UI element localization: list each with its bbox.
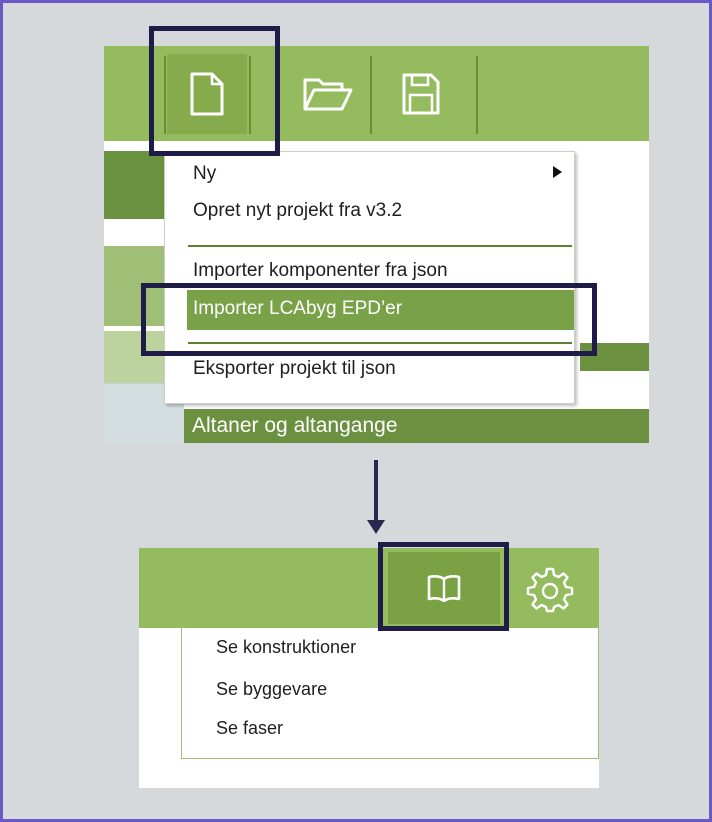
flow-arrow-head-icon	[367, 520, 385, 534]
screenshot-frame: Altaner og altangange Ny Opret nyt proje…	[0, 0, 712, 822]
file-dropdown-menu: Ny Opret nyt projekt fra v3.2 Importer k…	[164, 151, 575, 404]
highlight-new-file-button	[149, 26, 280, 156]
menu-item-ny[interactable]: Ny	[193, 163, 216, 185]
background-row-label: Altaner og altangange	[192, 414, 398, 437]
menu-item-importer-komponenter[interactable]: Importer komponenter fra json	[193, 260, 448, 282]
menu-item-eksporter-projekt[interactable]: Eksporter projekt til json	[193, 358, 396, 380]
open-folder-icon	[303, 78, 353, 111]
menu-item-se-konstruktioner[interactable]: Se konstruktioner	[216, 637, 356, 658]
library-menu-panel: Se konstruktioner Se byggevare Se faser	[139, 548, 599, 788]
side-panel-strip	[104, 151, 166, 219]
library-dropdown-menu: Se konstruktioner Se byggevare Se faser	[181, 628, 599, 759]
highlight-library-button	[378, 542, 509, 631]
menu-item-se-byggevare[interactable]: Se byggevare	[216, 679, 327, 700]
menu-item-opret-nyt-projekt[interactable]: Opret nyt projekt fra v3.2	[193, 200, 402, 222]
save-disk-icon	[402, 73, 440, 115]
settings-button[interactable]	[521, 562, 579, 616]
highlight-importer-epd	[141, 283, 597, 356]
save-project-button[interactable]	[379, 54, 463, 134]
menu-item-se-faser[interactable]: Se faser	[216, 718, 283, 739]
toolbar-right	[139, 548, 599, 628]
open-project-button[interactable]	[282, 54, 374, 134]
submenu-arrow-icon	[553, 166, 562, 178]
background-row-altaner[interactable]: Altaner og altangange	[184, 409, 649, 443]
toolbar-separator	[370, 56, 372, 134]
gear-icon	[526, 567, 574, 613]
flow-arrow-line	[374, 460, 378, 525]
menu-separator	[188, 245, 572, 247]
toolbar-separator	[476, 56, 478, 134]
